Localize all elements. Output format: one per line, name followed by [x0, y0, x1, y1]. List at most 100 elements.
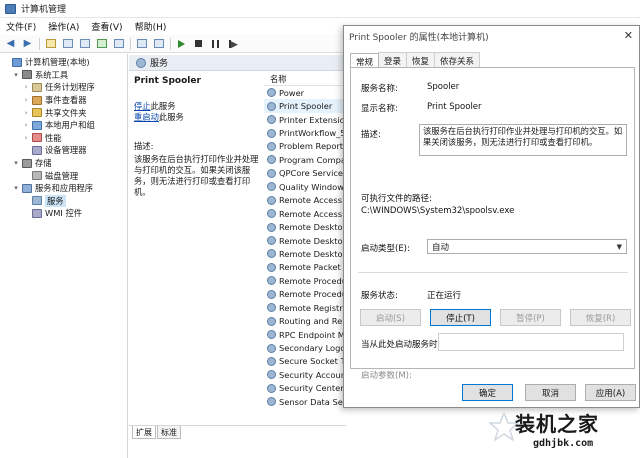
- console-button[interactable]: [152, 38, 165, 50]
- tree-item[interactable]: › 本地用户和组: [0, 119, 127, 132]
- menu-action[interactable]: 操作(A): [42, 20, 85, 33]
- show-tree-button[interactable]: [61, 38, 74, 50]
- expander-icon[interactable]: ▾: [12, 184, 20, 192]
- description-label: 描述:: [361, 130, 381, 140]
- expander-icon[interactable]: ›: [22, 134, 30, 142]
- tab-logon[interactable]: 登录: [378, 52, 408, 67]
- back-button[interactable]: ◀: [4, 38, 17, 50]
- table-row[interactable]: Power: [264, 86, 346, 99]
- tree-item[interactable]: 服务: [0, 194, 127, 208]
- task-scheduler-icon: [32, 82, 42, 92]
- restart-service-button[interactable]: ▶: [226, 38, 239, 50]
- table-row[interactable]: Quality Windows: [264, 180, 346, 193]
- cancel-button[interactable]: 取消: [525, 384, 576, 401]
- table-row[interactable]: Remote Desktop: [264, 234, 346, 247]
- stop-button[interactable]: 停止(T): [430, 309, 491, 326]
- stop-service-link[interactable]: 停止: [134, 101, 151, 111]
- tree-item[interactable]: › 性能: [0, 132, 127, 145]
- expander-icon[interactable]: ›: [22, 121, 30, 129]
- start-param-input[interactable]: [438, 333, 624, 351]
- tree-item-label: 共享文件夹: [45, 107, 87, 118]
- table-row[interactable]: Program Compat: [264, 153, 346, 166]
- tree-item[interactable]: ▾ 服务和应用程序: [0, 182, 127, 195]
- tree-item[interactable]: ▾ 系统工具: [0, 69, 127, 82]
- stop-service-button[interactable]: [192, 38, 205, 50]
- expander-icon[interactable]: ›: [22, 83, 30, 91]
- pause-service-button[interactable]: [209, 38, 222, 50]
- table-row[interactable]: Routing and Rem: [264, 314, 346, 327]
- column-header-name[interactable]: 名称: [264, 72, 346, 86]
- display-name-label: 显示名称:: [361, 104, 398, 114]
- gear-icon: [267, 101, 276, 111]
- table-row[interactable]: RPC Endpoint M: [264, 328, 346, 341]
- tree-item[interactable]: › 事件查看器: [0, 94, 127, 107]
- tree-item[interactable]: › 任务计划程序: [0, 81, 127, 94]
- properties-button[interactable]: [78, 38, 91, 50]
- expander-icon[interactable]: ▾: [12, 159, 20, 167]
- start-service-button[interactable]: [175, 38, 188, 50]
- table-row[interactable]: Security Center: [264, 382, 346, 395]
- apply-button[interactable]: 应用(A): [585, 384, 636, 401]
- close-icon[interactable]: ✕: [624, 29, 633, 42]
- help-button[interactable]: [135, 38, 148, 50]
- back-arrow-icon: ◀: [6, 38, 15, 49]
- startup-type-select[interactable]: 自动 ▼: [427, 239, 627, 254]
- exe-path-value: C:\WINDOWS\System32\spoolsv.exe: [361, 206, 515, 216]
- tree-item-label: 系统工具: [35, 69, 69, 80]
- table-row[interactable]: Remote Desktop: [264, 220, 346, 233]
- export-button[interactable]: [112, 38, 125, 50]
- table-row[interactable]: Remote Procedu: [264, 274, 346, 287]
- pause-button[interactable]: 暂停(P): [500, 309, 561, 326]
- table-row[interactable]: Remote Registry: [264, 301, 346, 314]
- start-button[interactable]: 启动(S): [360, 309, 421, 326]
- ok-button[interactable]: 确定: [462, 384, 513, 401]
- tree-item-label: 任务计划程序: [45, 82, 95, 93]
- table-row[interactable]: Security Account: [264, 368, 346, 381]
- tree-item[interactable]: WMI 控件: [0, 207, 127, 220]
- refresh-button[interactable]: [95, 38, 108, 50]
- resume-button[interactable]: 恢复(R): [570, 309, 631, 326]
- table-row[interactable]: Print Spooler: [264, 99, 346, 113]
- menu-file[interactable]: 文件(F): [0, 20, 42, 33]
- tree-item[interactable]: 计算机管理(本地): [0, 56, 127, 69]
- table-row[interactable]: Remote Desktop: [264, 247, 346, 260]
- watermark: 装机之家 gdhjbk.com: [489, 408, 635, 456]
- tab-general[interactable]: 常规: [350, 53, 380, 68]
- table-row[interactable]: Sensor Data Ser: [264, 395, 346, 408]
- tree-item[interactable]: ▾ 存储: [0, 157, 127, 170]
- service-name-cell: Remote Desktop: [279, 248, 346, 259]
- table-row[interactable]: Remote Access A: [264, 194, 346, 207]
- forward-button[interactable]: ▶: [21, 38, 34, 50]
- gear-icon: [32, 196, 42, 206]
- up-folder-button[interactable]: [44, 38, 57, 50]
- tab-standard[interactable]: 标准: [157, 426, 181, 439]
- service-status-label: 服务状态:: [361, 291, 398, 301]
- tools-icon: [22, 70, 32, 80]
- window-title: 计算机管理: [21, 5, 67, 15]
- table-row[interactable]: Secondary Logon: [264, 341, 346, 354]
- table-row[interactable]: Remote Packet C: [264, 261, 346, 274]
- table-row[interactable]: Remote Procedu: [264, 288, 346, 301]
- menu-help[interactable]: 帮助(H): [129, 20, 173, 33]
- service-name-cell: Sensor Data Ser: [279, 396, 346, 407]
- tab-recovery[interactable]: 恢复: [406, 52, 436, 67]
- description-box[interactable]: 该服务在后台执行打印作业并处理与打印机的交互。如果关闭该服务，则无法进行打印或查…: [419, 124, 627, 156]
- tree-item[interactable]: 磁盘管理: [0, 169, 127, 182]
- restart-service-link[interactable]: 重启动: [134, 112, 159, 122]
- table-row[interactable]: Remote Access C: [264, 207, 346, 220]
- description-scrollbar[interactable]: [619, 126, 625, 154]
- expander-icon[interactable]: ›: [22, 109, 30, 117]
- tree-item[interactable]: › 共享文件夹: [0, 106, 127, 119]
- table-row[interactable]: Problem Reports: [264, 140, 346, 153]
- tree-item[interactable]: 设备管理器: [0, 144, 127, 157]
- table-row[interactable]: Secure Socket Tu: [264, 355, 346, 368]
- table-row[interactable]: QPCore Service: [264, 167, 346, 180]
- table-row[interactable]: PrintWorkflow_5a: [264, 126, 346, 139]
- expander-icon[interactable]: ›: [22, 96, 30, 104]
- tab-dependencies[interactable]: 依存关系: [434, 52, 481, 67]
- tab-extended[interactable]: 扩展: [132, 426, 156, 439]
- menu-view[interactable]: 查看(V): [85, 20, 128, 33]
- start-param-label: 启动参数(M):: [361, 371, 412, 381]
- expander-icon[interactable]: ▾: [12, 71, 20, 79]
- table-row[interactable]: Printer Extension: [264, 113, 346, 126]
